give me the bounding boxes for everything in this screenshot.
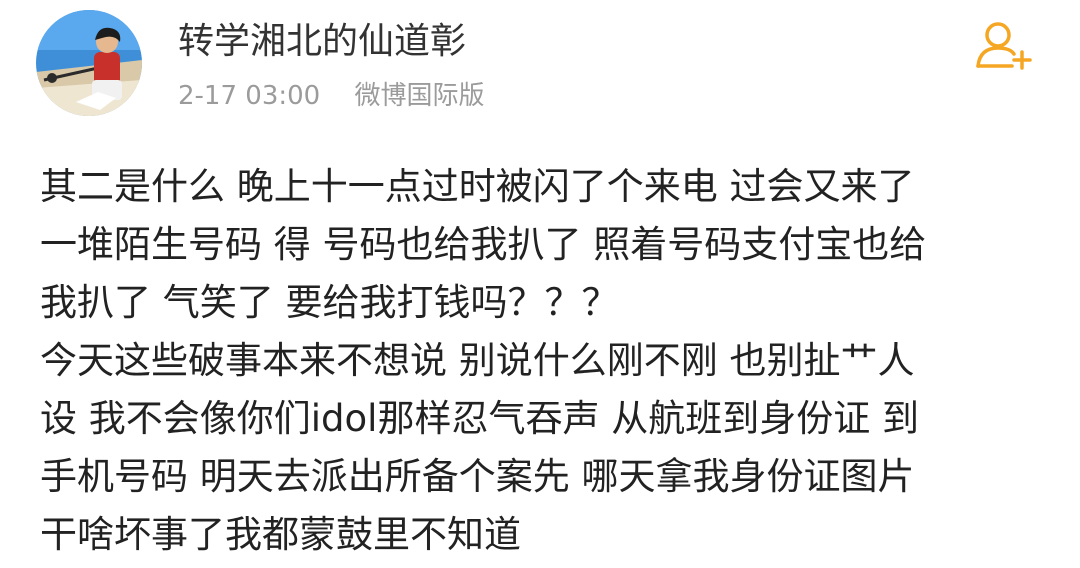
content-line: 手机号码 明天去派出所备个案先 哪天拿我身份证图片	[40, 455, 915, 498]
follow-button[interactable]	[974, 20, 1038, 72]
author-name[interactable]: 转学湘北的仙道彰	[178, 20, 466, 64]
avatar[interactable]	[36, 10, 142, 116]
weibo-post: 转学湘北的仙道彰 2-17 03:00 微博国际版 其二是什么 晚上十一点过时被…	[0, 0, 1080, 568]
anime-character-avatar-icon	[36, 10, 142, 116]
content-line: 一堆陌生号码 得 号码也给我扒了 照着号码支付宝也给	[40, 223, 927, 266]
content-line: 我扒了 气笑了 要给我打钱吗？？？	[40, 281, 619, 324]
content-line: 今天这些破事本来不想说 别说什么刚不刚 也别扯艹人	[40, 339, 915, 382]
post-time: 2-17 03:00	[178, 81, 321, 111]
post-source: 微博国际版	[354, 81, 485, 111]
post-meta: 2-17 03:00 微博国际版	[178, 79, 484, 113]
content-line: 其二是什么 晚上十一点过时被闪了个来电 过会又来了	[40, 165, 915, 208]
post-content: 其二是什么 晚上十一点过时被闪了个来电 过会又来了 一堆陌生号码 得 号码也给我…	[40, 158, 1050, 564]
add-user-icon	[976, 22, 1032, 70]
content-line: 设 我不会像你们idol那样忍气吞声 从航班到身份证 到	[40, 397, 919, 440]
content-line: 干啥坏事了我都蒙鼓里不知道	[40, 513, 521, 556]
